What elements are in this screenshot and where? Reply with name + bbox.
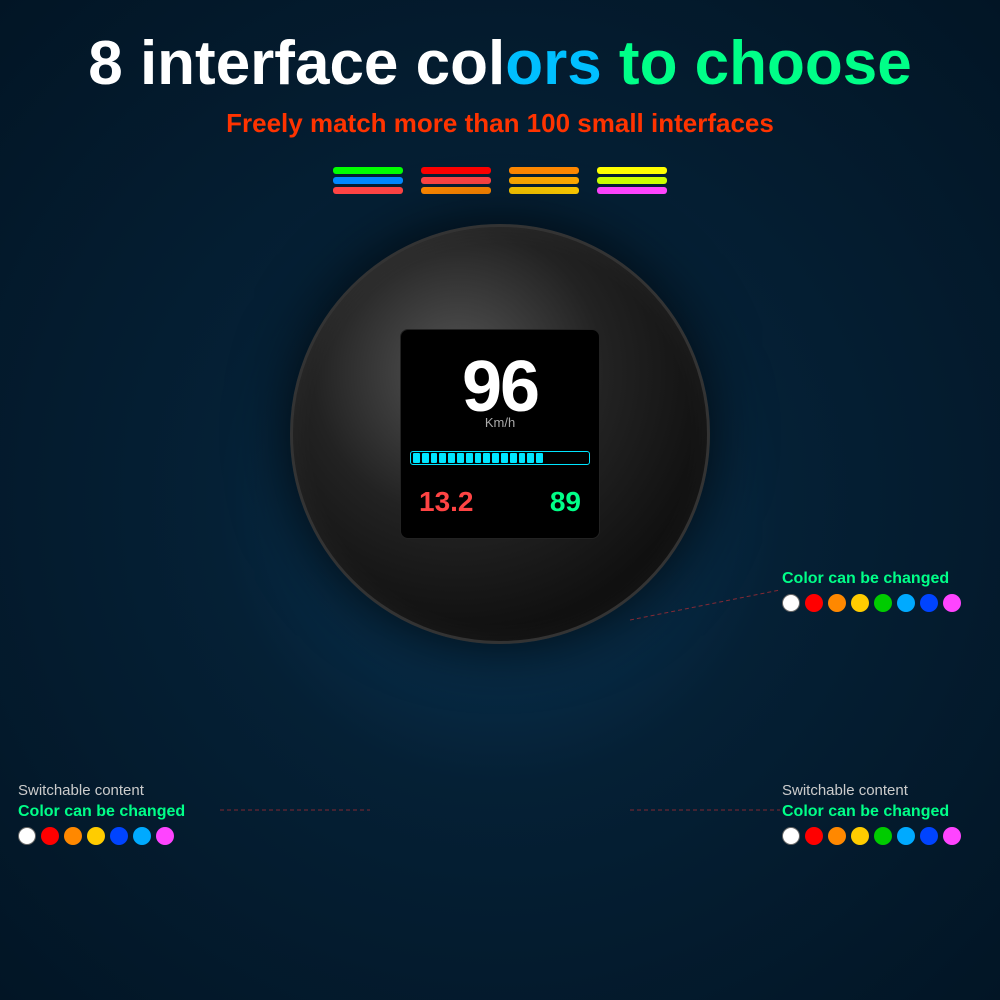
dot-blue [920, 827, 938, 845]
seg [571, 453, 578, 463]
dot-orange [64, 827, 82, 845]
seg [545, 453, 552, 463]
dot-red [41, 827, 59, 845]
top-right-annotation: Color can be changed [782, 570, 982, 612]
stripe [421, 177, 491, 184]
seg [439, 453, 446, 463]
seg [510, 453, 517, 463]
bottom-right-annotation: Switchable content Color can be changed [782, 782, 982, 845]
stripe [509, 177, 579, 184]
dot-yellow [851, 827, 869, 845]
progress-bar [410, 451, 590, 465]
seg [580, 453, 587, 463]
bottom-left-value: 13.2 [419, 486, 474, 518]
seg [431, 453, 438, 463]
seg [563, 453, 570, 463]
dot-cyan [133, 827, 151, 845]
dot-blue [110, 827, 128, 845]
stripe [421, 167, 491, 174]
speed-unit: Km/h [485, 415, 515, 430]
stripe [333, 167, 403, 174]
dot-pink [943, 827, 961, 845]
title-colors-word: ors [505, 29, 601, 98]
seg [457, 453, 464, 463]
stripe [509, 187, 579, 194]
dot-orange [828, 827, 846, 845]
color-stripes-row [0, 167, 1000, 194]
dot-green [874, 594, 892, 612]
title-section: 8 interface colors to choose Freely matc… [0, 0, 1000, 139]
dot-yellow [87, 827, 105, 845]
seg [475, 453, 482, 463]
dot-red [805, 827, 823, 845]
title-to-choose: to choose [602, 29, 912, 98]
seg [483, 453, 490, 463]
dot-white [18, 827, 36, 845]
bottom-right-color-label: Color can be changed [782, 803, 982, 821]
seg [413, 453, 420, 463]
seg [466, 453, 473, 463]
bottom-right-value: 89 [550, 486, 581, 518]
title-part1: 8 interface col [88, 29, 505, 98]
dot-green [874, 827, 892, 845]
stripe [597, 167, 667, 174]
seg [448, 453, 455, 463]
seg [519, 453, 526, 463]
stripe [333, 177, 403, 184]
seg [527, 453, 534, 463]
device-outer: 96 Km/h [290, 224, 710, 644]
dot-white [782, 827, 800, 845]
stripe [333, 187, 403, 194]
bottom-right-dots [782, 827, 982, 845]
dot-yellow [851, 594, 869, 612]
seg [501, 453, 508, 463]
dot-pink [943, 594, 961, 612]
stripe [597, 187, 667, 194]
device-screen: 96 Km/h [400, 329, 600, 539]
stripe-group-2 [421, 167, 491, 194]
bottom-left-switch-label: Switchable content [18, 782, 218, 799]
dot-cyan [897, 594, 915, 612]
stripe [421, 187, 491, 194]
dot-red [805, 594, 823, 612]
speed-display: 96 [462, 351, 538, 423]
dot-orange [828, 594, 846, 612]
stripe [597, 177, 667, 184]
seg [536, 453, 543, 463]
bottom-values: 13.2 89 [409, 486, 591, 518]
dot-white [782, 594, 800, 612]
seg [492, 453, 499, 463]
top-right-dots [782, 594, 982, 612]
dot-blue [920, 594, 938, 612]
seg [554, 453, 561, 463]
device-container: 96 Km/h [290, 224, 710, 644]
main-title: 8 interface colors to choose [0, 30, 1000, 98]
stripe-group-1 [333, 167, 403, 194]
bottom-left-color-label: Color can be changed [18, 803, 218, 821]
stripe [509, 167, 579, 174]
bottom-right-switch-label: Switchable content [782, 782, 982, 799]
dot-pink [156, 827, 174, 845]
stripe-group-4 [597, 167, 667, 194]
stripe-group-3 [509, 167, 579, 194]
top-right-color-label: Color can be changed [782, 570, 982, 588]
bottom-left-annotation: Switchable content Color can be changed [18, 782, 218, 845]
bottom-left-dots [18, 827, 218, 845]
seg [422, 453, 429, 463]
dot-cyan [897, 827, 915, 845]
subtitle: Freely match more than 100 small interfa… [0, 108, 1000, 139]
